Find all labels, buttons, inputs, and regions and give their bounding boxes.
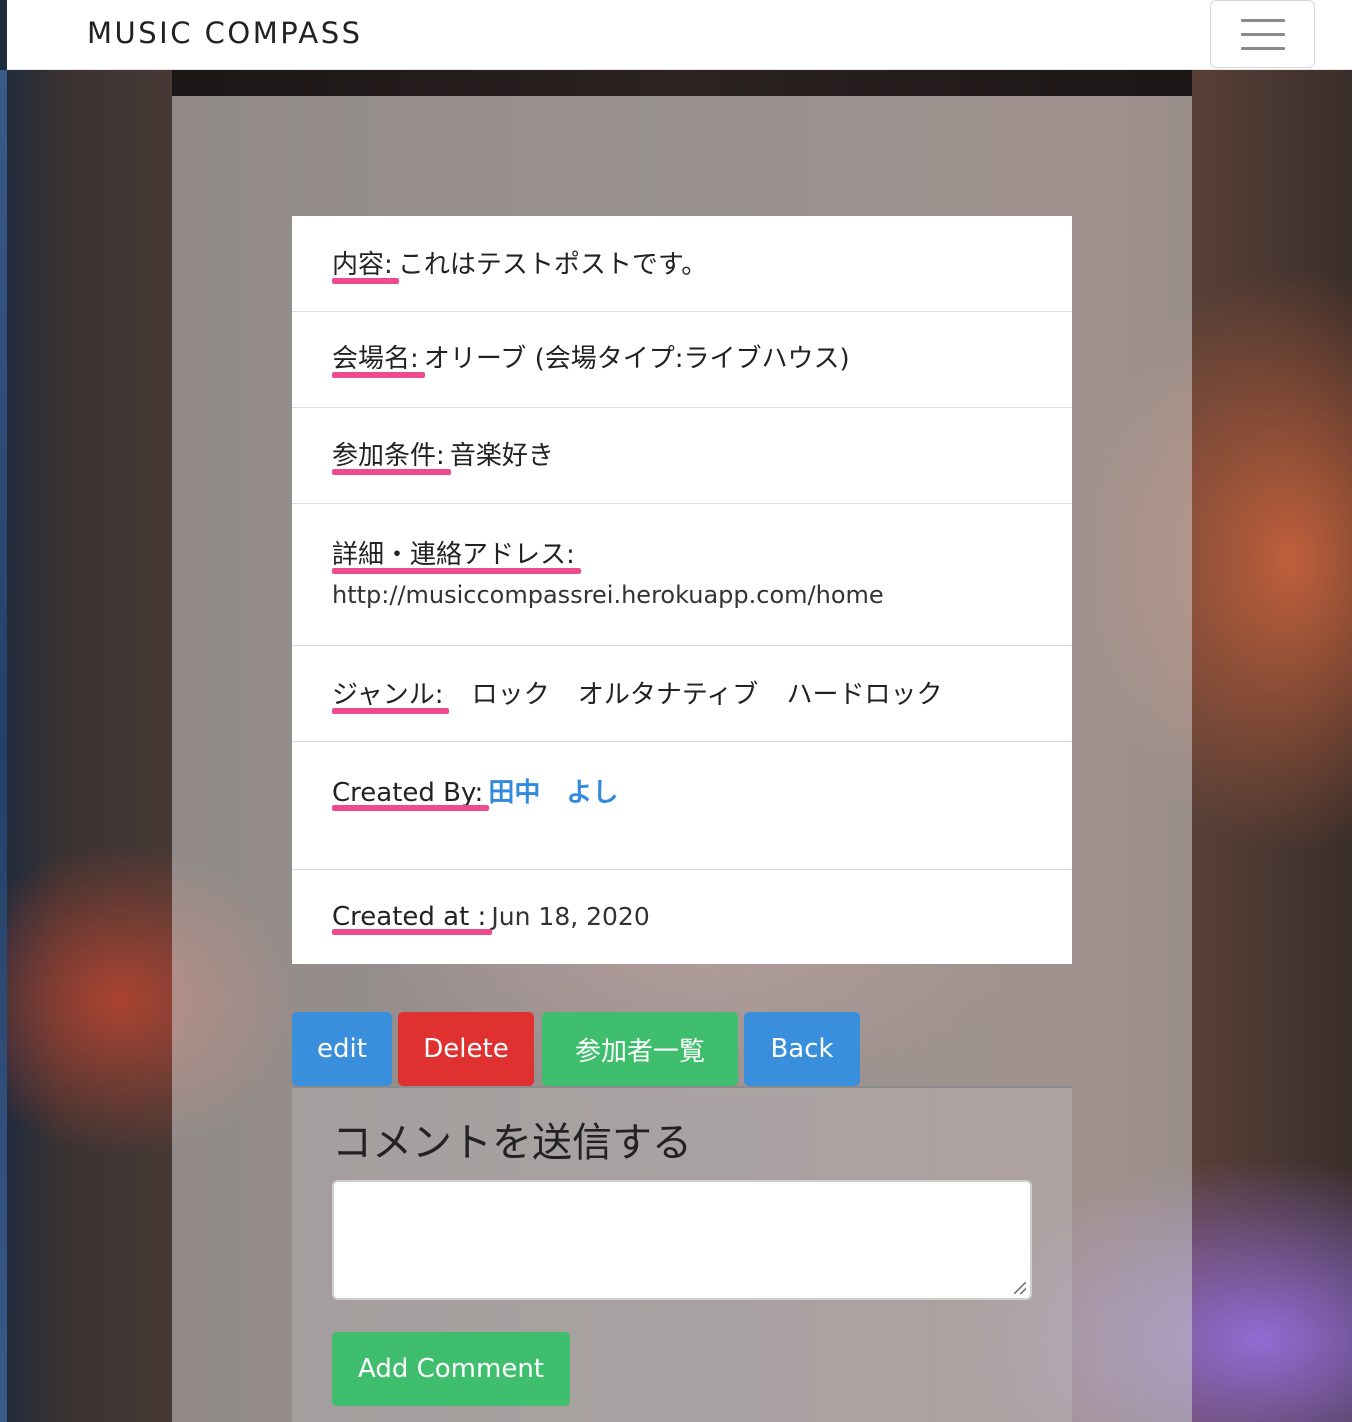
navbar: MUSIC COMPASS [7, 0, 1352, 70]
genre-row: ジャンル: ロック オルタナティブ ハードロック [292, 646, 1072, 742]
edit-button[interactable]: edit [292, 1012, 392, 1086]
author-link[interactable]: 田中 よし [488, 778, 618, 808]
details-url: http://musiccompassrei.herokuapp.com/hom… [332, 581, 884, 609]
brand-logo[interactable]: MUSIC COMPASS [87, 16, 363, 50]
created-at-label: Created at : [332, 902, 493, 935]
created-at-value: Jun 18, 2020 [491, 902, 650, 931]
comment-title: コメントを送信する [332, 1120, 692, 1166]
details-label: 詳細・連絡アドレス: [332, 534, 581, 574]
window-edge [0, 70, 7, 1422]
hamburger-menu-icon [1241, 19, 1285, 22]
content-value: これはテストポストです。 [397, 250, 708, 280]
participants-button[interactable]: 参加者一覧 [542, 1012, 738, 1086]
back-button[interactable]: Back [744, 1012, 860, 1086]
delete-button[interactable]: Delete [398, 1012, 534, 1086]
conditions-row: 参加条件: 音楽好き [292, 408, 1072, 504]
created-by-row: Created By: 田中 よし [292, 742, 1072, 870]
conditions-label: 参加条件: [332, 435, 451, 475]
header-photo-strip [172, 70, 1192, 96]
resize-grip-icon[interactable] [1014, 1282, 1026, 1294]
venue-label: 会場名: [332, 338, 425, 378]
post-detail-card: 内容: これはテストポストです。 会場名: オリーブ (会場タイプ:ライブハウス… [292, 216, 1072, 964]
venue-value: オリーブ (会場タイプ:ライブハウス) [423, 344, 850, 374]
hamburger-menu-icon [1241, 33, 1285, 36]
hamburger-menu-icon [1241, 47, 1285, 50]
content-label: 内容: [332, 244, 399, 284]
details-row: 詳細・連絡アドレス: http://musiccompassrei.heroku… [292, 504, 1072, 646]
genre-tag: ハードロック [786, 680, 943, 710]
created-by-label: Created By: [332, 778, 490, 811]
genre-label: ジャンル: [332, 674, 450, 714]
hamburger-menu-button[interactable] [1210, 0, 1315, 68]
genre-tag: ロック [471, 680, 550, 710]
comment-form: コメントを送信する Add Comment [292, 1086, 1072, 1422]
venue-row: 会場名: オリーブ (会場タイプ:ライブハウス) [292, 312, 1072, 408]
add-comment-button[interactable]: Add Comment [332, 1332, 570, 1406]
conditions-value: 音楽好き [449, 441, 554, 471]
comment-input[interactable] [332, 1180, 1032, 1300]
content-row: 内容: これはテストポストです。 [292, 216, 1072, 312]
genre-tag: オルタナティブ [577, 680, 759, 710]
created-at-row: Created at : Jun 18, 2020 [292, 870, 1072, 964]
